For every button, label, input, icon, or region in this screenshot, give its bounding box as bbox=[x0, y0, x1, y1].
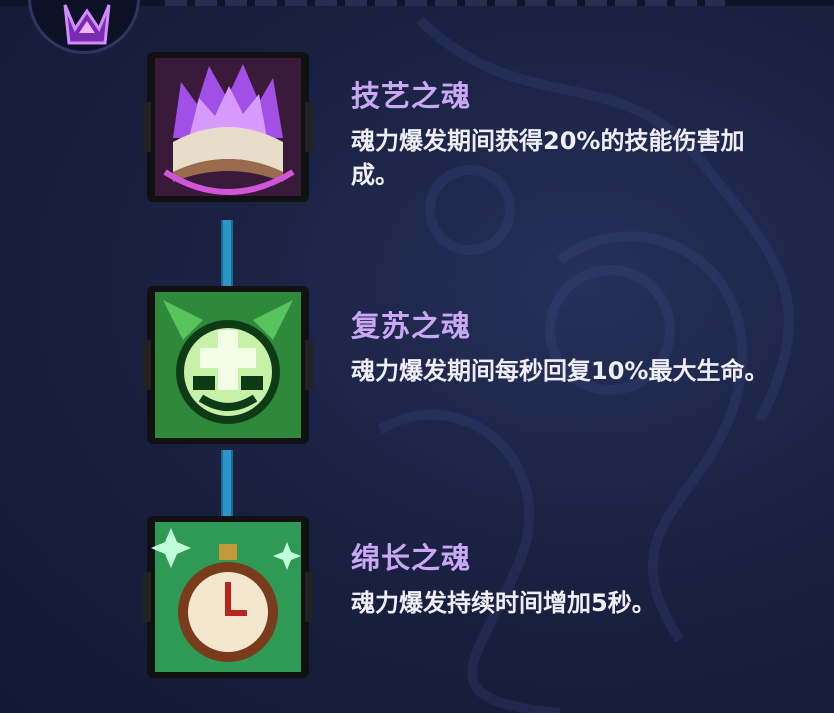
skill-name: 复苏之魂 bbox=[351, 309, 472, 343]
header-title-strip bbox=[165, 0, 725, 6]
skill-description: 魂力爆发期间获得20%的技能伤害加成。 bbox=[351, 127, 745, 189]
skill-name: 绵长之魂 bbox=[351, 541, 472, 575]
skill-icon-technique-soul[interactable] bbox=[143, 42, 313, 212]
stopwatch-icon bbox=[143, 516, 313, 678]
skill-info-enduring-soul: 绵长之魂 魂力爆发持续时间增加5秒。 bbox=[351, 540, 801, 620]
skill-info-revival-soul: 复苏之魂 魂力爆发期间每秒回复10%最大生命。 bbox=[351, 308, 801, 388]
tree-connector bbox=[221, 450, 233, 520]
skill-icon-revival-soul[interactable] bbox=[143, 280, 313, 450]
soul-emblem bbox=[28, 0, 140, 54]
purple-crown-icon bbox=[63, 4, 111, 45]
skill-description: 魂力爆发期间每秒回复10%最大生命。 bbox=[351, 357, 769, 385]
purple-flame-book-icon bbox=[143, 52, 313, 202]
green-heal-cross-icon bbox=[143, 286, 313, 444]
skill-info-technique-soul: 技艺之魂 魂力爆发期间获得20%的技能伤害加成。 bbox=[351, 78, 801, 192]
skill-description: 魂力爆发持续时间增加5秒。 bbox=[351, 589, 656, 617]
skill-name: 技艺之魂 bbox=[351, 79, 472, 113]
skill-icon-enduring-soul[interactable] bbox=[143, 512, 313, 682]
